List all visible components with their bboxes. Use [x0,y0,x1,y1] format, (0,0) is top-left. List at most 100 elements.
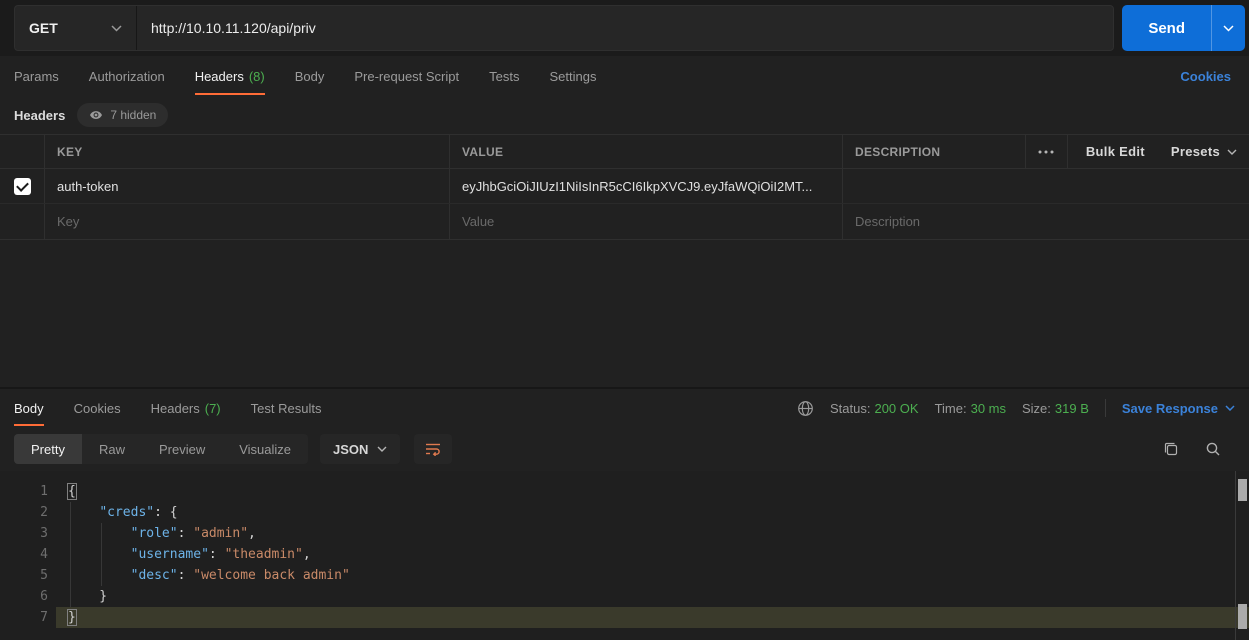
chevron-down-icon [377,446,387,452]
divider [1105,399,1106,417]
response-tab-headers[interactable]: Headers (7) [151,389,221,427]
send-button[interactable]: Send [1122,5,1211,51]
value-column-header: VALUE [450,135,843,168]
code-lines: 1{2 "creds": {3 "role": "admin",4 "usern… [0,481,1249,628]
header-actions: Bulk Edit Presets [1068,135,1249,168]
format-label: JSON [333,442,368,457]
view-tab-pretty[interactable]: Pretty [14,434,82,464]
key-column-header: KEY [45,135,450,168]
response-body-actions [1163,441,1235,457]
tab-body[interactable]: Body [295,56,325,96]
scrollbar-cursor-marker [1238,604,1247,629]
tab-tests[interactable]: Tests [489,56,519,96]
new-value-input[interactable] [462,214,830,229]
response-headers-count-badge: (7) [205,401,221,416]
request-pane-empty-space [0,240,1249,387]
description-cell[interactable] [843,169,1249,203]
size-badge[interactable]: Size:319 B [1022,401,1089,416]
code-line: 2 "creds": { [0,502,1249,523]
status-value: 200 OK [874,401,918,416]
value-cell [450,204,843,239]
hidden-headers-toggle[interactable]: 7 hidden [77,103,168,127]
copy-button[interactable] [1163,441,1179,457]
search-icon [1205,441,1221,457]
code-line: 4 "username": "theadmin", [0,544,1249,565]
indent-guide [101,523,102,586]
description-cell [843,204,1249,239]
headers-count-badge: (8) [249,69,265,84]
tab-params[interactable]: Params [14,56,59,96]
wrap-text-icon [425,442,441,456]
line-number: 6 [0,586,48,607]
view-mode-segment: Pretty Raw Preview Visualize [14,434,308,464]
network-info-button[interactable] [797,400,814,417]
globe-icon [797,400,814,417]
url-group: GET [14,5,1114,51]
auth-token-checkbox[interactable] [14,178,31,195]
row-checkbox-cell [0,204,45,239]
more-options-icon [1038,150,1054,154]
line-number: 2 [0,502,48,523]
chevron-down-icon [111,25,122,32]
select-all-cell [0,135,45,168]
send-group: Send [1122,5,1245,51]
time-value: 30 ms [971,401,1006,416]
chevron-down-icon [1227,149,1237,155]
tab-settings[interactable]: Settings [549,56,596,96]
save-response-button[interactable]: Save Response [1122,401,1235,416]
key-cell[interactable]: auth-token [45,169,450,203]
line-number: 4 [0,544,48,565]
headers-section-header: Headers 7 hidden [0,96,1249,134]
response-tab-cookies[interactable]: Cookies [74,389,121,427]
cookies-link[interactable]: Cookies [1180,69,1231,84]
response-tab-test-results[interactable]: Test Results [251,389,322,427]
row-checkbox-cell [0,169,45,203]
new-key-input[interactable] [57,214,437,229]
line-number: 3 [0,523,48,544]
url-input[interactable] [137,6,1113,50]
value-cell[interactable]: eyJhbGciOiJIUzI1NiIsInR5cCI6IkpXVCJ9.eyJ… [450,169,843,203]
header-key: auth-token [57,179,118,194]
presets-label: Presets [1171,144,1220,159]
headers-section-title: Headers [14,108,65,123]
eye-icon [89,108,103,122]
code-line: 6 } [0,586,1249,607]
status-badge[interactable]: Status:200 OK [830,401,919,416]
tab-pre-request-script[interactable]: Pre-request Script [354,56,459,96]
code-line: 5 "desc": "welcome back admin" [0,565,1249,586]
request-url-bar: GET Send [0,0,1249,56]
scrollbar-thumb[interactable] [1238,479,1247,501]
more-options-button[interactable] [1026,135,1068,168]
new-description-input[interactable] [855,214,1237,229]
tab-authorization[interactable]: Authorization [89,56,165,96]
view-tab-raw[interactable]: Raw [82,434,142,464]
presets-button[interactable]: Presets [1171,144,1237,159]
tab-headers[interactable]: Headers (8) [195,56,265,96]
response-tab-body[interactable]: Body [14,389,44,427]
format-select[interactable]: JSON [320,434,400,464]
line-number: 7 [0,607,48,628]
response-body-editor[interactable]: 1{2 "creds": {3 "role": "admin",4 "usern… [0,471,1249,640]
description-column-header: DESCRIPTION [843,135,1026,168]
wrap-text-button[interactable] [414,434,452,464]
chevron-down-icon [1223,25,1234,32]
hidden-headers-label: 7 hidden [110,108,156,122]
headers-table-header-row: KEY VALUE DESCRIPTION Bulk Edit Presets [0,135,1249,169]
method-select[interactable]: GET [15,6,137,50]
chevron-down-icon [1225,405,1235,411]
code-line: 1{ [0,481,1249,502]
editor-scrollbar[interactable] [1235,471,1249,640]
bulk-edit-button[interactable]: Bulk Edit [1086,144,1145,159]
copy-icon [1163,441,1179,457]
header-value: eyJhbGciOiJIUzI1NiIsInR5cCI6IkpXVCJ9.eyJ… [462,179,812,194]
time-badge[interactable]: Time:30 ms [935,401,1006,416]
view-tab-preview[interactable]: Preview [142,434,222,464]
header-row-new [0,204,1249,239]
view-tab-visualize[interactable]: Visualize [222,434,308,464]
send-options-button[interactable] [1211,5,1245,51]
code-line: 7} [0,607,1249,628]
code-line: 3 "role": "admin", [0,523,1249,544]
key-cell [45,204,450,239]
line-number: 5 [0,565,48,586]
search-button[interactable] [1205,441,1221,457]
